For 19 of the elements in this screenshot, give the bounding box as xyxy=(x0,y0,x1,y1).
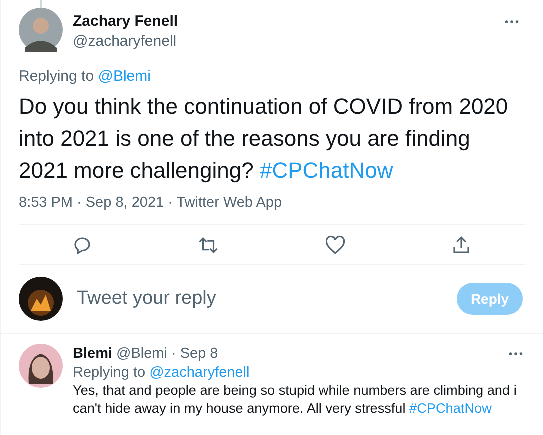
reply-text: Yes, that and people are being so stupid while numbers are climbing and i can't hide away in my house anymore. All very stressful #CPChatNow xyxy=(73,382,518,418)
user-name[interactable]: Blemi xyxy=(73,344,112,364)
retweet-icon[interactable] xyxy=(198,235,220,256)
avatar xyxy=(19,277,63,321)
tweet-text: Do you think the continuation of COVID from 2020 into 2021 is one of the reasons you are finding 2021 more challenging? #CPChatNow xyxy=(19,93,510,185)
user-name[interactable]: Zachary Fenell xyxy=(73,12,178,32)
more-icon[interactable] xyxy=(509,352,523,356)
replying-to-text: Replying to @zacharyfenell xyxy=(73,364,251,382)
share-icon[interactable] xyxy=(451,235,472,256)
user-handle[interactable]: @zacharyfenell xyxy=(73,32,178,52)
user-handle[interactable]: @Blemi xyxy=(116,344,168,364)
replying-to-text: Replying to @Blemi xyxy=(19,68,152,85)
more-icon[interactable] xyxy=(505,20,519,24)
tweet-time[interactable]: · Sep 8 xyxy=(171,344,218,364)
avatar[interactable] xyxy=(19,344,63,388)
avatar[interactable] xyxy=(19,8,63,52)
heart-icon[interactable] xyxy=(324,235,346,256)
tweet-timestamp: 8:53 PM · Sep 8, 2021 · Twitter Web App xyxy=(19,195,525,225)
comment-icon[interactable] xyxy=(72,235,93,256)
